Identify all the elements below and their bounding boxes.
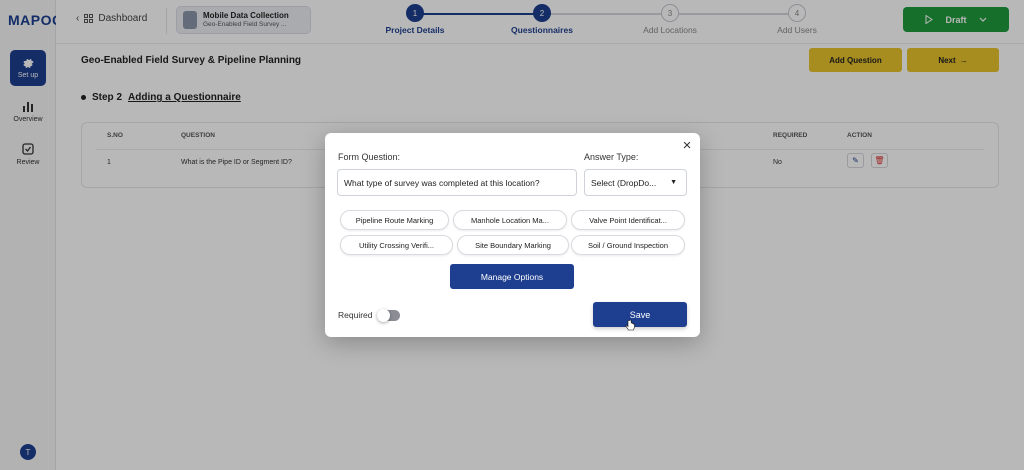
- answer-type-label: Answer Type:: [584, 152, 639, 162]
- option-chip[interactable]: Utility Crossing Verifi...: [340, 235, 453, 255]
- manage-options-button[interactable]: Manage Options: [450, 264, 574, 289]
- answer-type-value: Select (DropDo...: [591, 177, 657, 188]
- hand-cursor-icon: [625, 319, 635, 331]
- question-modal: × Form Question: What type of survey was…: [325, 133, 700, 337]
- option-chip[interactable]: Soil / Ground Inspection: [571, 235, 685, 255]
- form-question-label: Form Question:: [338, 152, 401, 162]
- answer-type-select[interactable]: Select (DropDo... ▼: [584, 169, 687, 196]
- required-toggle[interactable]: [377, 309, 400, 322]
- save-button[interactable]: Save: [593, 302, 687, 327]
- required-label: Required: [338, 310, 373, 320]
- option-chip[interactable]: Pipeline Route Marking: [340, 210, 449, 230]
- option-chip[interactable]: Manhole Location Ma...: [453, 210, 567, 230]
- form-question-input[interactable]: What type of survey was completed at thi…: [337, 169, 577, 196]
- toggle-knob: [377, 309, 390, 322]
- close-icon[interactable]: ×: [680, 138, 694, 153]
- option-chip[interactable]: Site Boundary Marking: [457, 235, 569, 255]
- option-chip[interactable]: Valve Point Identificat...: [571, 210, 685, 230]
- caret-down-icon: ▼: [670, 179, 677, 186]
